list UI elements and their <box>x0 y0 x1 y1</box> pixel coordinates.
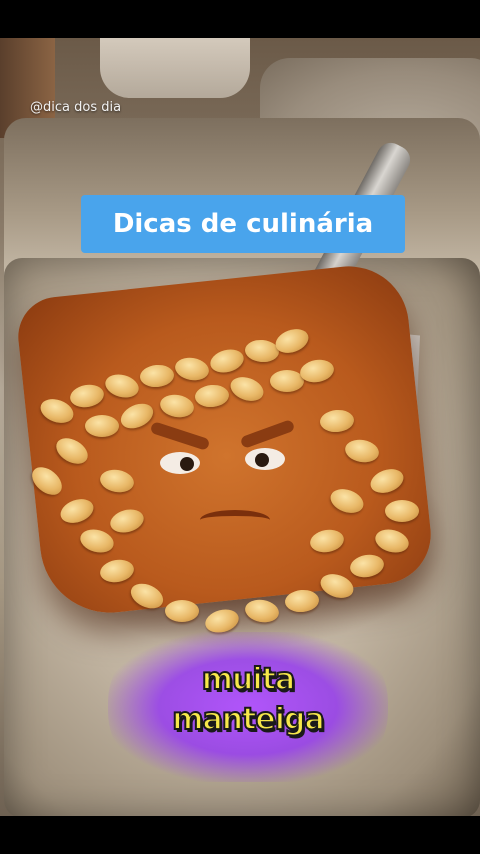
left-eye <box>160 452 200 474</box>
peanut <box>165 600 199 622</box>
background-cup <box>100 38 250 98</box>
channel-watermark: @dica dos dia <box>30 100 122 115</box>
caption-line-2: manteiga <box>171 701 326 738</box>
peanut <box>385 500 419 522</box>
caption-text: muita manteiga <box>108 660 388 740</box>
caption-line-1: muita <box>201 661 297 698</box>
left-eyebrow <box>149 421 211 451</box>
angry-face <box>140 400 320 550</box>
right-eyebrow <box>239 418 296 450</box>
right-eye <box>245 448 285 470</box>
frown-mouth <box>200 510 270 530</box>
peanut <box>270 370 304 392</box>
title-banner: Dicas de culinária <box>81 195 405 253</box>
peanut <box>85 415 119 437</box>
